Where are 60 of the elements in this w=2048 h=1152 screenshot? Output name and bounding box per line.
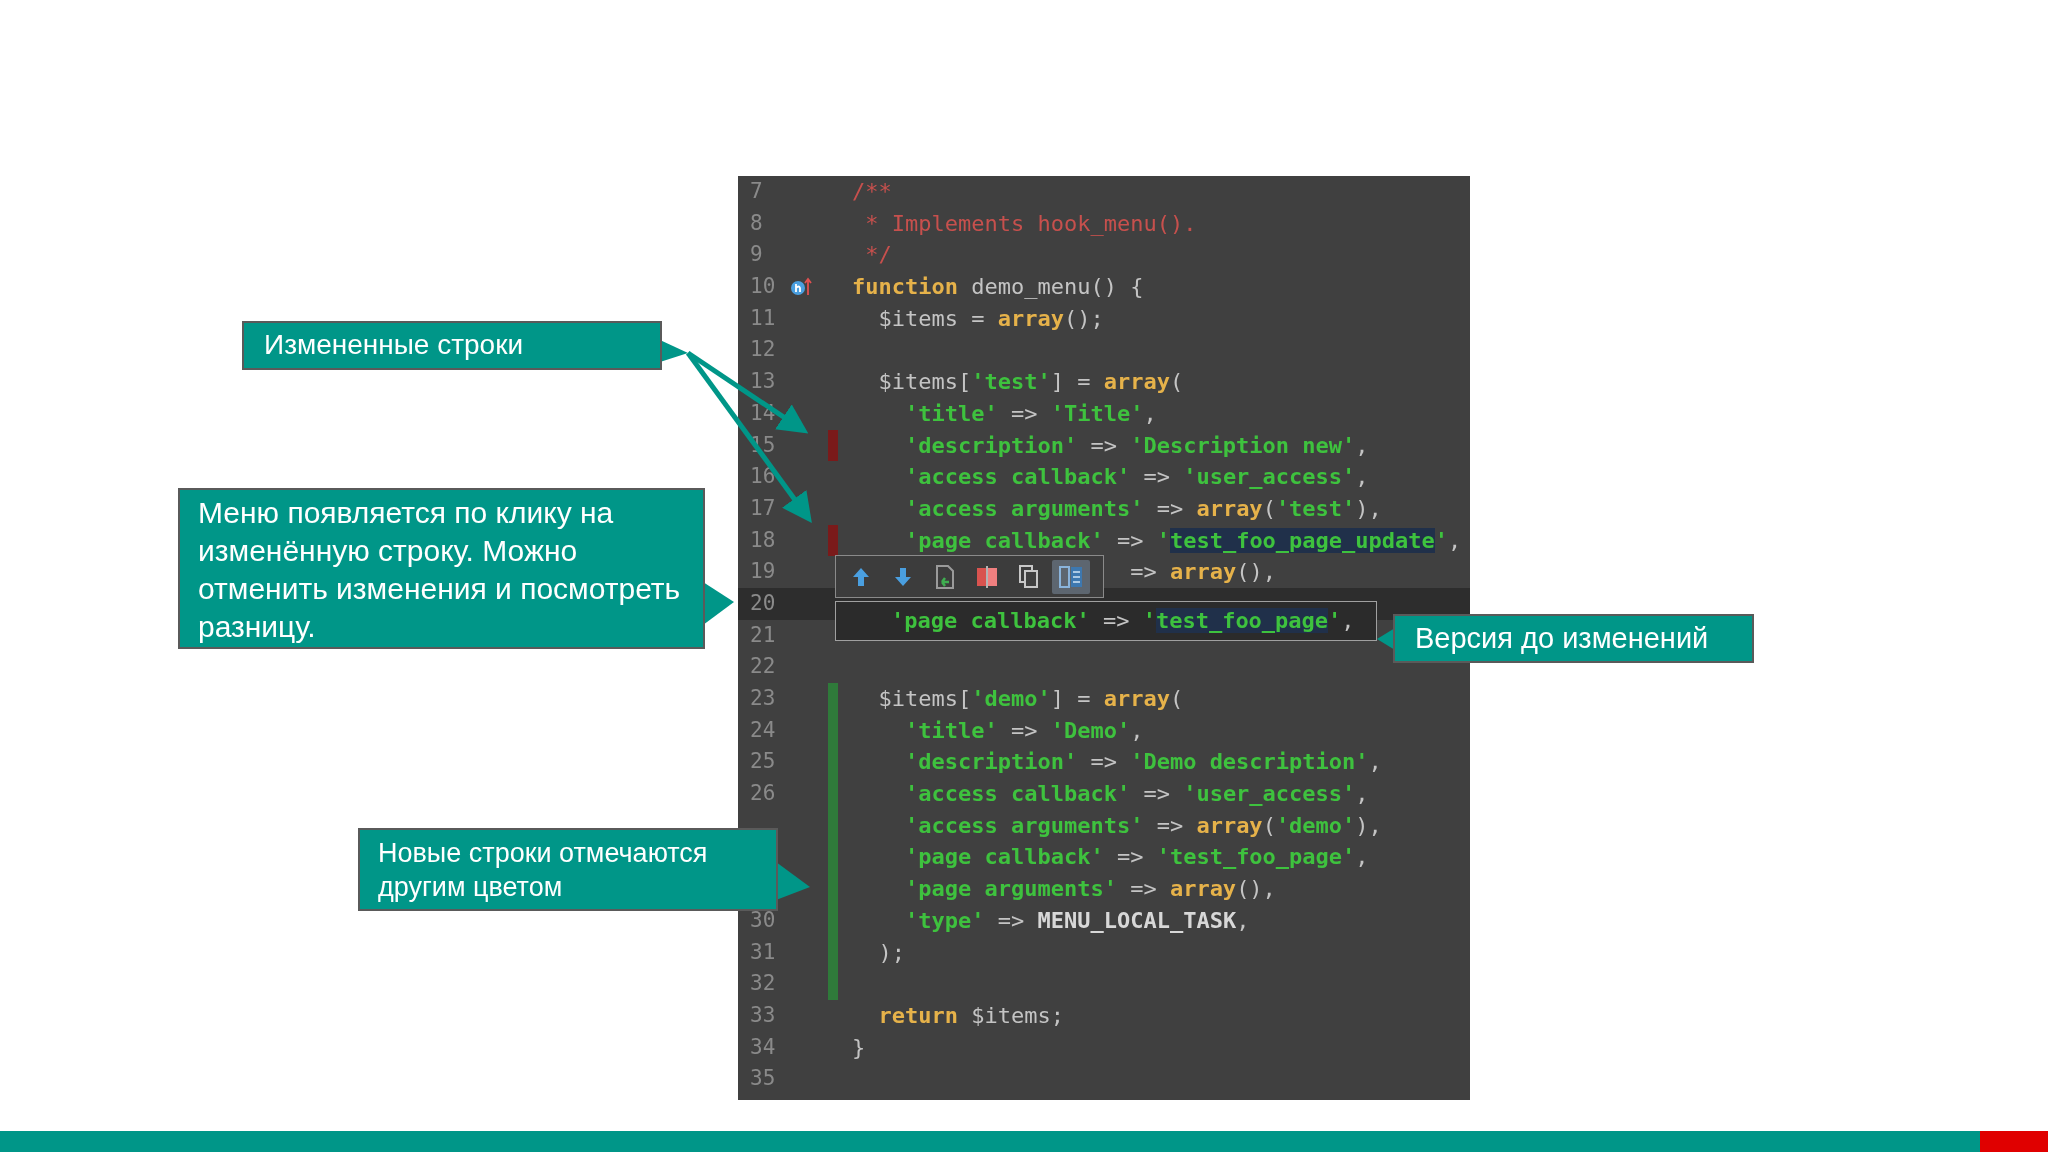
line-number: 18 (749, 526, 777, 554)
toolbar-button[interactable] (1052, 559, 1090, 594)
code-line: 'description' => 'Demo description', (905, 748, 1382, 777)
code-line: $items['test'] = array( (878, 368, 1184, 397)
diff-icon (976, 564, 998, 589)
callout: Измененные строки (242, 321, 662, 370)
code-line: } (852, 1033, 866, 1062)
line-number: 16 (749, 463, 777, 491)
code-line: $items['demo'] = array( (878, 685, 1184, 713)
line-number: 19 (749, 558, 777, 586)
code-line: 'page callback' => 'test_foo_page', (905, 843, 1369, 872)
previous-version-popup: 'page callback' => 'test_foo_page', (835, 601, 1377, 641)
line-number: 10 (749, 273, 777, 301)
line-number: 22 (749, 653, 777, 681)
line-number: 24 (749, 716, 777, 744)
code-line: * Implements hook_menu(). (865, 209, 1197, 238)
line-number: 32 (749, 970, 777, 998)
line-number: 12 (749, 336, 777, 364)
document-arrow-icon (935, 564, 955, 589)
line-number: 17 (749, 494, 777, 522)
down-arrow-icon (894, 566, 912, 587)
code-line: function demo_menu() { (852, 273, 1144, 302)
line-number: 8 (749, 209, 764, 237)
code-line: 'title' => 'Title', (905, 399, 1157, 428)
implements-icon[interactable] (790, 276, 812, 297)
line-number: 23 (749, 685, 777, 712)
code-line: /** (852, 178, 892, 206)
code-line: 'access arguments' => array('demo'), (905, 811, 1382, 840)
footer-accent (1980, 1131, 2048, 1152)
code-line: 'access callback' => 'user_access', (905, 463, 1369, 492)
line-number: 7 (749, 178, 764, 205)
line-number: 21 (749, 621, 777, 649)
line-number: 13 (749, 368, 777, 396)
code-line: => array(), (1130, 558, 1276, 587)
callout: Версия до изменений (1393, 614, 1754, 663)
callout: Новые строки отмечаются другим цветом (358, 828, 778, 911)
line-number: 20 (749, 589, 777, 617)
line-number: 11 (749, 304, 777, 332)
code-line: 'access callback' => 'user_access', (905, 780, 1369, 809)
code-line: ); (878, 938, 905, 967)
code-line: $items = array(); (878, 304, 1104, 333)
columns-icon (1059, 565, 1083, 588)
line-number: 34 (749, 1033, 777, 1061)
line-number: 31 (749, 938, 777, 966)
up-arrow-icon (852, 566, 870, 587)
code-line: */ (865, 241, 892, 270)
line-number: 25 (749, 748, 777, 776)
code-line: 'page arguments' => array(), (905, 875, 1276, 904)
line-number: 35 (749, 1065, 777, 1093)
code-line: 'type' => MENU_LOCAL_TASK, (905, 906, 1250, 935)
line-number: 9 (749, 241, 764, 269)
code-line: 'description' => 'Description new', (905, 431, 1369, 460)
code-line: 'page callback' => 'test_foo_page_update', (905, 526, 1462, 555)
code-line: 'title' => 'Demo', (905, 716, 1144, 745)
code-line: return $items; (878, 1001, 1064, 1030)
line-number: 33 (749, 1001, 777, 1029)
code-line: 'access arguments' => array('test'), (905, 494, 1382, 523)
line-number: 26 (749, 780, 777, 808)
callout: Меню появляется по клику на изменённую строку. Можно отменить изменения и посмотреть разницу. (178, 488, 705, 649)
copy-icon (1019, 564, 1039, 589)
